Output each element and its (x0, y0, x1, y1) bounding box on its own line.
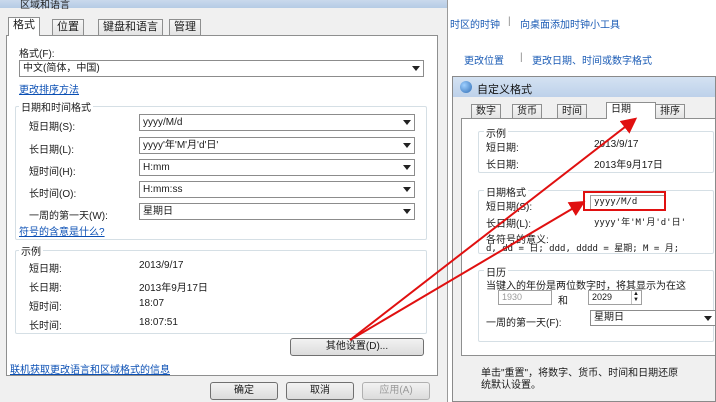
right-short-date-label: 短日期(S): (486, 202, 533, 213)
example-short-time-label: 短时间: (29, 302, 62, 313)
long-time-value: H:mm:ss (143, 184, 183, 195)
ok-button[interactable]: 确定 (210, 382, 278, 400)
format-tab-panel: 格式(F): 中文(简体，中国) 更改排序方法 日期和时间格式 短日期(S): … (6, 35, 438, 376)
first-day-label: 一周的第一天(W): (29, 211, 108, 222)
annotation-highlight-box (583, 191, 666, 211)
chevron-down-icon (403, 143, 411, 148)
left-title-bar: 区域和语言 (0, 0, 447, 11)
short-time-value: H:mm (143, 162, 170, 173)
right-first-day-value: 星期日 (594, 312, 624, 323)
short-time-select[interactable]: H:mm (139, 159, 415, 176)
and-label: 和 (558, 296, 568, 307)
date-tab-panel: 示例 短日期: 2013/9/17 长日期: 2013年9月17日 日期格式 短… (461, 118, 715, 356)
chevron-down-icon (403, 120, 411, 125)
year-to-input[interactable]: 2029 ▲ ▼ (588, 290, 642, 305)
link-separator: | (508, 16, 511, 27)
right-long-date-label: 长日期(L): (486, 219, 531, 230)
online-info-link[interactable]: 联机获取更改语言和区域格式的信息 (10, 361, 170, 376)
example-short-time-value: 18:07 (139, 298, 165, 309)
year-from-input: 1930 (498, 290, 552, 305)
chevron-down-icon (403, 165, 411, 170)
left-dialog-title: 区域和语言 (20, 0, 70, 11)
chevron-down-icon (403, 187, 411, 192)
chevron-down-icon (403, 209, 411, 214)
long-date-select[interactable]: yyyy'年'M'月'd'日' (139, 137, 415, 154)
customize-format-dialog: 自定义格式 数字 货币 时间 日期 排序 示例 短日期: 2013/9/17 长… (452, 76, 716, 402)
link-separator-2: | (520, 52, 523, 63)
symbols-meaning-text: d, dd = 日; ddd, dddd = 星期; M = 月; (486, 244, 680, 254)
right-example-group-title: 示例 (484, 125, 508, 140)
example-long-time-value: 18:07:51 (139, 317, 178, 328)
change-location-link[interactable]: 更改位置 (464, 52, 504, 67)
tab-time[interactable]: 时间 (557, 104, 587, 119)
tab-date[interactable]: 日期 (606, 102, 656, 119)
apply-button: 应用(A) (362, 382, 430, 400)
long-date-value: yyyy'年'M'月'd'日' (143, 140, 219, 151)
example-short-date-value: 2013/9/17 (139, 260, 184, 271)
reset-hint-line2: 统默认设置。 (481, 380, 541, 391)
control-panel-background: 时区的时钟 | 向桌面添加时钟小工具 更改位置 | 更改日期、时间或数字格式 (448, 0, 716, 76)
tab-location[interactable]: 位置 (52, 19, 84, 36)
tab-number[interactable]: 数字 (471, 104, 501, 119)
cancel-button[interactable]: 取消 (286, 382, 354, 400)
add-clock-gadget-link[interactable]: 向桌面添加时钟小工具 (520, 16, 620, 31)
right-example-long-value: 2013年9月17日 (594, 160, 663, 171)
tab-keyboard-language[interactable]: 键盘和语言 (98, 19, 163, 36)
example-long-time-label: 长时间: (29, 321, 62, 332)
first-day-select[interactable]: 星期日 (139, 203, 415, 220)
tab-format[interactable]: 格式 (8, 17, 40, 36)
long-time-select[interactable]: H:mm:ss (139, 181, 415, 198)
right-example-short-label: 短日期: (486, 143, 519, 154)
chevron-down-icon (412, 66, 420, 71)
right-example-short-value: 2013/9/17 (594, 139, 639, 150)
right-dialog-title: 自定义格式 (477, 84, 532, 96)
format-select-value: 中文(简体，中国) (23, 63, 100, 74)
change-format-link[interactable]: 更改日期、时间或数字格式 (532, 52, 652, 67)
short-date-select[interactable]: yyyy/M/d (139, 114, 415, 131)
sort-method-link[interactable]: 更改排序方法 (19, 81, 79, 96)
symbol-meaning-link[interactable]: 符号的含意是什么? (19, 223, 105, 238)
format-label: 格式(F): (19, 49, 55, 60)
short-date-value: yyyy/M/d (143, 117, 183, 128)
tab-currency[interactable]: 货币 (512, 104, 542, 119)
right-example-long-label: 长日期: (486, 160, 519, 171)
spinner-icon[interactable]: ▲ ▼ (631, 291, 640, 304)
region-globe-icon (460, 81, 472, 93)
date-format-group-title: 日期格式 (484, 184, 528, 199)
tab-sort[interactable]: 排序 (655, 104, 685, 119)
example-long-date-value: 2013年9月17日 (139, 283, 208, 294)
year-to-value: 2029 (592, 292, 613, 302)
region-language-dialog: 区域和语言 格式 位置 键盘和语言 管理 格式(F): 中文(简体，中国) 更改… (0, 0, 448, 402)
right-title-bar: 自定义格式 (453, 77, 715, 97)
right-long-date-value[interactable]: yyyy'年'M'月'd'日' (594, 215, 686, 228)
short-date-label: 短日期(S): (29, 122, 76, 133)
first-day-value: 星期日 (143, 206, 173, 217)
example-group (15, 250, 427, 334)
format-select[interactable]: 中文(简体，中国) (19, 60, 424, 77)
example-short-date-label: 短日期: (29, 264, 62, 275)
example-long-date-label: 长日期: (29, 283, 62, 294)
short-time-label: 短时间(H): (29, 167, 76, 178)
timezone-clock-link[interactable]: 时区的时钟 (450, 16, 500, 31)
long-date-label: 长日期(L): (29, 145, 74, 156)
other-settings-button[interactable]: 其他设置(D)... (290, 338, 424, 356)
right-first-day-select[interactable]: 星期日 (590, 310, 715, 326)
tab-admin[interactable]: 管理 (169, 19, 201, 36)
datetime-format-group-title: 日期和时间格式 (19, 99, 93, 114)
example-group-title: 示例 (19, 243, 43, 258)
long-time-label: 长时间(O): (29, 189, 77, 200)
right-first-day-label: 一周的第一天(F): (486, 318, 562, 329)
chevron-down-icon (704, 316, 712, 321)
